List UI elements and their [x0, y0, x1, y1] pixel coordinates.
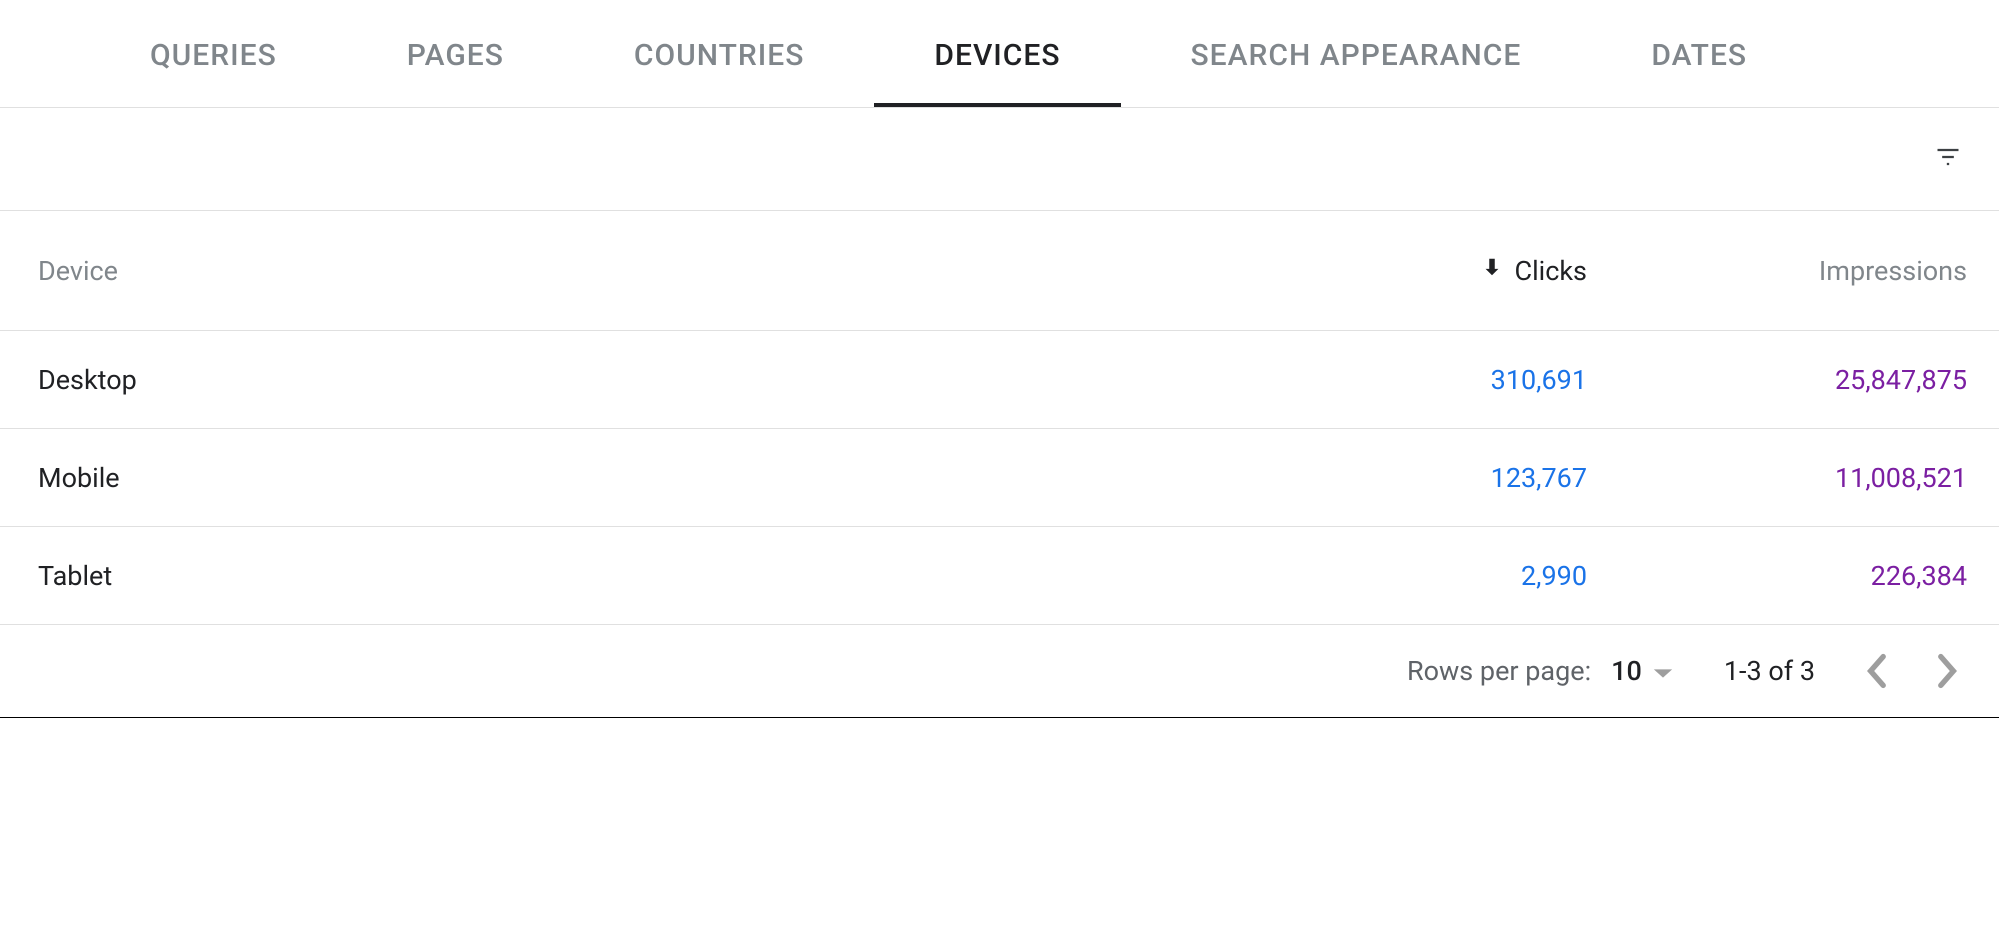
tab-devices[interactable]: DEVICES [934, 38, 1060, 107]
devices-table: Device Clicks Impressions Desktop310,691… [0, 211, 1999, 625]
rows-per-page-select[interactable]: 10 [1611, 655, 1674, 687]
tab-queries[interactable]: QUERIES [150, 38, 277, 107]
cell-clicks: 2,990 [1277, 560, 1587, 592]
table-row[interactable]: Tablet2,990226,384 [0, 527, 1999, 625]
tab-countries[interactable]: COUNTRIES [634, 38, 805, 107]
rows-per-page-value: 10 [1611, 655, 1642, 687]
next-page-button[interactable] [1937, 653, 1959, 689]
cell-impressions: 25,847,875 [1587, 364, 1967, 396]
page-range: 1-3 of 3 [1724, 655, 1815, 687]
cell-impressions: 226,384 [1587, 560, 1967, 592]
table-row[interactable]: Desktop310,69125,847,875 [0, 331, 1999, 429]
column-header-device-label: Device [38, 255, 118, 287]
column-header-clicks-label: Clicks [1515, 255, 1587, 287]
rows-per-page-label: Rows per page: [1407, 655, 1591, 687]
cell-device: Desktop [38, 364, 1277, 396]
table-body: Desktop310,69125,847,875Mobile123,76711,… [0, 331, 1999, 625]
column-header-impressions-label: Impressions [1819, 255, 1967, 287]
filter-icon[interactable] [1931, 143, 1965, 175]
performance-table-panel: QUERIES PAGES COUNTRIES DEVICES SEARCH A… [0, 0, 1999, 718]
table-row[interactable]: Mobile123,76711,008,521 [0, 429, 1999, 527]
column-header-clicks[interactable]: Clicks [1277, 254, 1587, 287]
cell-clicks: 310,691 [1277, 364, 1587, 396]
tab-dates[interactable]: DATES [1651, 38, 1747, 107]
filter-bar [0, 108, 1999, 211]
tab-pages[interactable]: PAGES [407, 38, 504, 107]
dimension-tabs: QUERIES PAGES COUNTRIES DEVICES SEARCH A… [0, 0, 1999, 108]
rows-per-page: Rows per page: 10 [1407, 655, 1674, 687]
dropdown-icon [1652, 655, 1674, 687]
cell-device: Tablet [38, 560, 1277, 592]
cell-impressions: 11,008,521 [1587, 462, 1967, 494]
pagination-bar: Rows per page: 10 1-3 of 3 [0, 625, 1999, 718]
column-header-impressions[interactable]: Impressions [1587, 255, 1967, 287]
table-header: Device Clicks Impressions [0, 211, 1999, 331]
column-header-device[interactable]: Device [38, 255, 1277, 287]
cell-device: Mobile [38, 462, 1277, 494]
sort-desc-icon [1481, 254, 1503, 287]
prev-page-button[interactable] [1865, 653, 1887, 689]
tab-search-appearance[interactable]: SEARCH APPEARANCE [1191, 38, 1522, 107]
cell-clicks: 123,767 [1277, 462, 1587, 494]
